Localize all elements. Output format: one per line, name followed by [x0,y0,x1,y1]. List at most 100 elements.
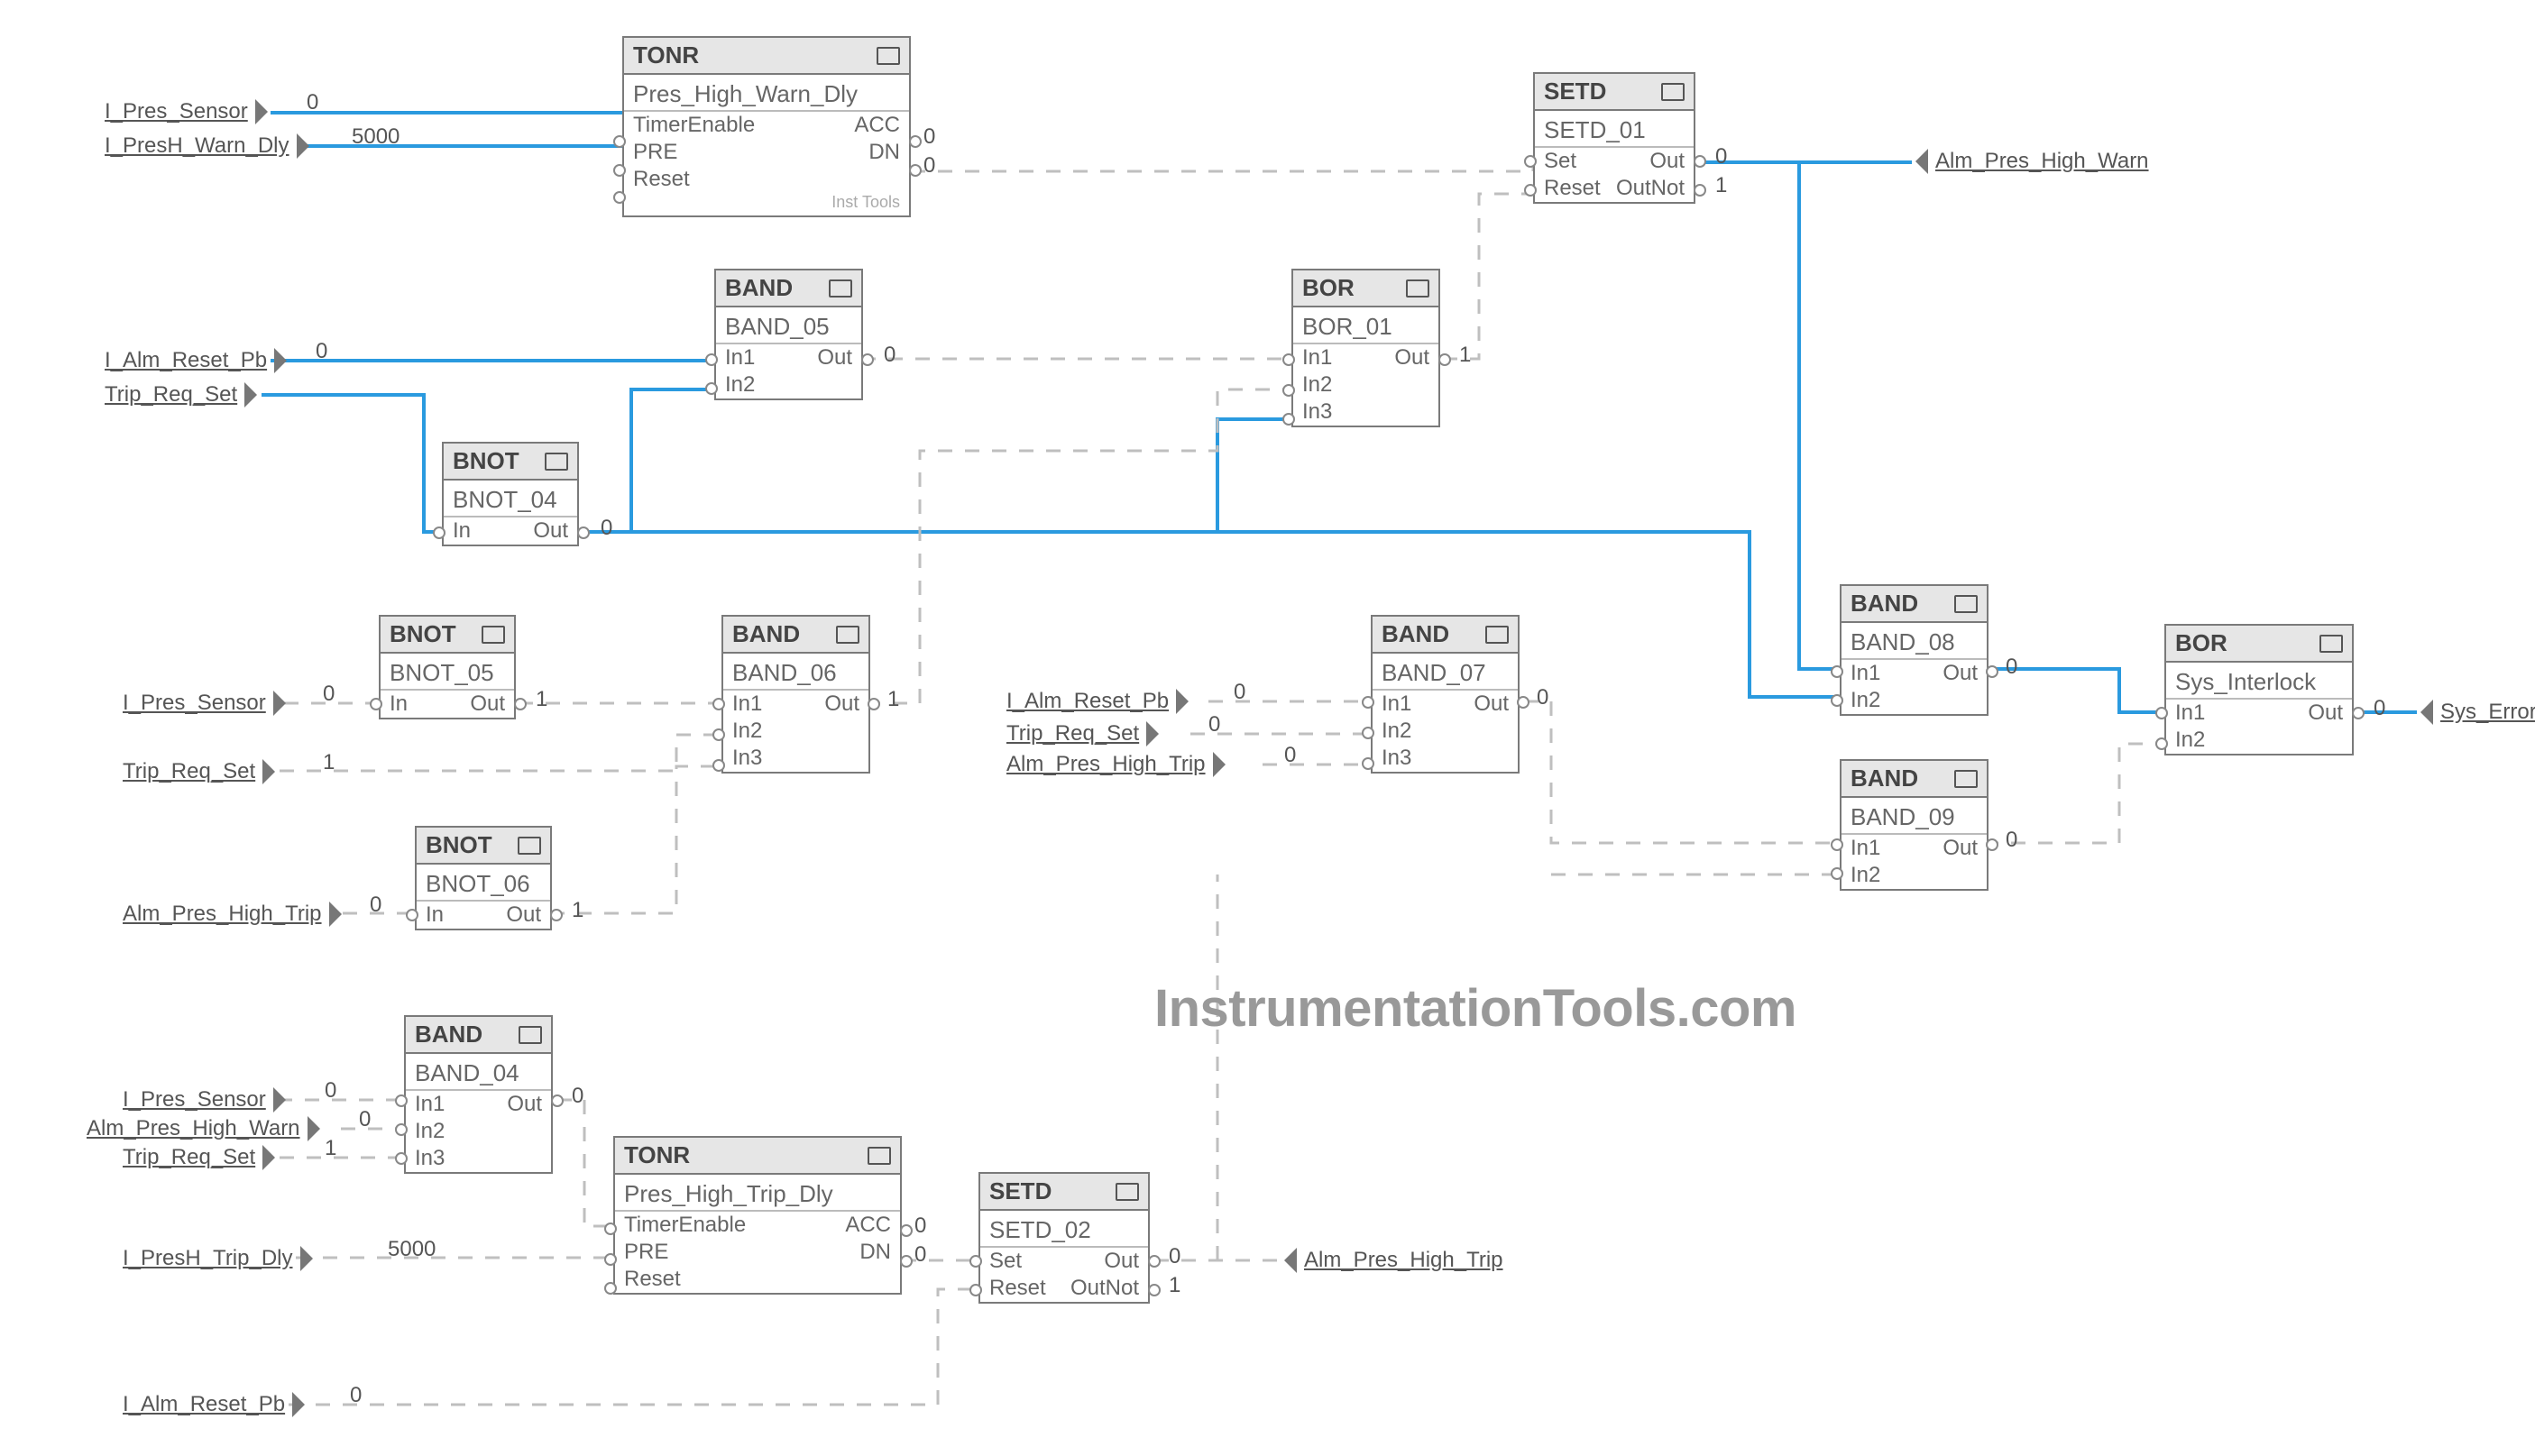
pin-dot [1282,384,1295,397]
val-alm-pres-high-warn-in: 0 [359,1107,371,1132]
val-sysinterlock-out: 0 [2374,696,2385,721]
val-i-pres-sensor-1: 0 [307,90,318,115]
val-band09-out: 0 [2006,828,2017,853]
tag-alm-pres-high-trip-out: Alm_Pres_High_Trip [1299,1248,1509,1273]
val-tonr2-dn: 0 [914,1242,926,1268]
block-band-09[interactable]: BAND BAND_09 In1Out In2 [1840,759,1989,891]
monitor-icon [1485,626,1509,644]
tag-trip-req-set-3: Trip_Req_Set [1001,721,1144,746]
pin-dot [550,909,563,921]
port-label: DN [859,1240,891,1265]
pin-dot [514,698,527,710]
tag-i-alm-reset-pb-3: I_Alm_Reset_Pb [117,1392,290,1417]
tag-trip-req-set-2: Trip_Req_Set [117,759,261,784]
pin-dot [1362,696,1374,709]
val-setd02-out: 0 [1169,1244,1180,1269]
block-instance-name: SETD_02 [980,1211,1148,1248]
pin-dot [406,909,418,921]
val-bnot04-out: 0 [601,516,612,541]
block-instance-name: BNOT_05 [381,654,514,691]
port-label: In2 [725,372,755,398]
block-title: BAND [415,1021,482,1049]
pin-dot [433,527,445,539]
monitor-icon [1406,279,1429,298]
monitor-icon [518,837,541,855]
tag-trip-req-set-4: Trip_Req_Set [117,1145,261,1170]
block-band-04[interactable]: BAND BAND_04 In1Out In2 In3 [404,1015,553,1174]
port-label: TimerEnable [624,1213,746,1238]
pin-dot [1148,1255,1161,1268]
val-i-alm-reset-pb-2: 0 [1234,680,1245,705]
block-bnot-06[interactable]: BNOT BNOT_06 InOut [415,826,552,930]
port-label: In1 [732,691,762,717]
block-setd-01[interactable]: SETD SETD_01 SetOut ResetOutNot [1533,72,1695,204]
val-band07-out: 0 [1537,685,1548,710]
val-bor01-out: 1 [1459,343,1471,368]
port-label: In2 [732,719,762,744]
block-band-06[interactable]: BAND BAND_06 In1Out In2 In3 [721,615,870,774]
port-label: In2 [1851,863,1880,888]
pin-dot [2352,707,2365,719]
tag-sys-error-out: Sys_Error [2435,700,2535,725]
block-setd-02[interactable]: SETD SETD_02 SetOut ResetOutNot [978,1172,1150,1304]
port-label: In1 [2175,701,2205,726]
pin-dot [969,1255,982,1268]
port-label: ACC [854,113,900,138]
port-label: Reset [1544,176,1601,201]
block-band-07[interactable]: BAND BAND_07 In1Out In2 In3 [1371,615,1520,774]
block-title: BAND [1851,765,1918,792]
pin-dot [705,353,718,366]
port-label: In1 [1851,836,1880,861]
val-i-presh-trip-dly: 5000 [388,1237,436,1262]
block-bor-sys-interlock[interactable]: BOR Sys_Interlock In1Out In2 [2164,624,2354,755]
pin-dot [395,1094,408,1107]
port-label: Reset [989,1276,1046,1301]
val-i-presh-warn-dly: 5000 [352,124,400,150]
block-bnot-04[interactable]: BNOT BNOT_04 InOut [442,442,579,546]
block-instance-name: Pres_High_Trip_Dly [615,1175,900,1212]
pin-dot [613,164,626,177]
tag-i-pres-sensor-3: I_Pres_Sensor [117,1087,271,1113]
port-label: In1 [725,345,755,371]
val-setd02-outnot: 1 [1169,1273,1180,1298]
port-label: Out [507,1092,542,1117]
block-instance-name: BAND_07 [1373,654,1518,691]
port-label: In1 [1382,691,1411,717]
val-band06-out: 1 [887,687,899,712]
port-label: Set [989,1249,1022,1274]
port-label: Out [1104,1249,1139,1274]
block-tonr-pres-high-trip-dly[interactable]: TONR Pres_High_Trip_Dly TimerEnableACC P… [613,1136,902,1295]
pin-dot [370,698,382,710]
port-label: Out [1394,345,1429,371]
block-band-05[interactable]: BAND BAND_05 In1Out In2 [714,269,863,400]
val-band04-out: 0 [572,1084,583,1109]
pin-dot [613,191,626,204]
pin-dot [1524,184,1537,197]
port-label: In1 [415,1092,445,1117]
tag-i-alm-reset-pb-1: I_Alm_Reset_Pb [99,348,272,373]
port-label: OutNot [1070,1276,1139,1301]
block-band-08[interactable]: BAND BAND_08 In1Out In2 [1840,584,1989,716]
tag-alm-pres-high-warn-in: Alm_Pres_High_Warn [81,1116,306,1141]
block-title: BNOT [390,620,456,648]
wires-layer [0,0,2535,1456]
port-label: In2 [1382,719,1411,744]
pin-dot [900,1224,913,1237]
port-label: In3 [1382,746,1411,771]
block-bor-01[interactable]: BOR BOR_01 In1Out In2 In3 [1291,269,1440,427]
tag-alm-pres-high-trip-2: Alm_Pres_High_Trip [1001,752,1211,777]
block-bnot-05[interactable]: BNOT BNOT_05 InOut [379,615,516,719]
block-instance-name: BAND_04 [406,1054,551,1091]
pin-dot [1524,155,1537,168]
port-label: ACC [845,1213,891,1238]
port-label: In2 [415,1119,445,1144]
block-title: TONR [633,41,699,69]
port-label: DN [868,140,900,165]
pin-dot [712,728,725,741]
pin-dot [1148,1284,1161,1296]
block-title: BAND [732,620,800,648]
port-label: Reset [633,167,690,192]
block-tonr-pres-high-warn-dly[interactable]: TONR Pres_High_Warn_Dly TimerEnableACC P… [622,36,911,217]
pin-dot [1831,665,1843,678]
block-title: BNOT [426,831,492,859]
